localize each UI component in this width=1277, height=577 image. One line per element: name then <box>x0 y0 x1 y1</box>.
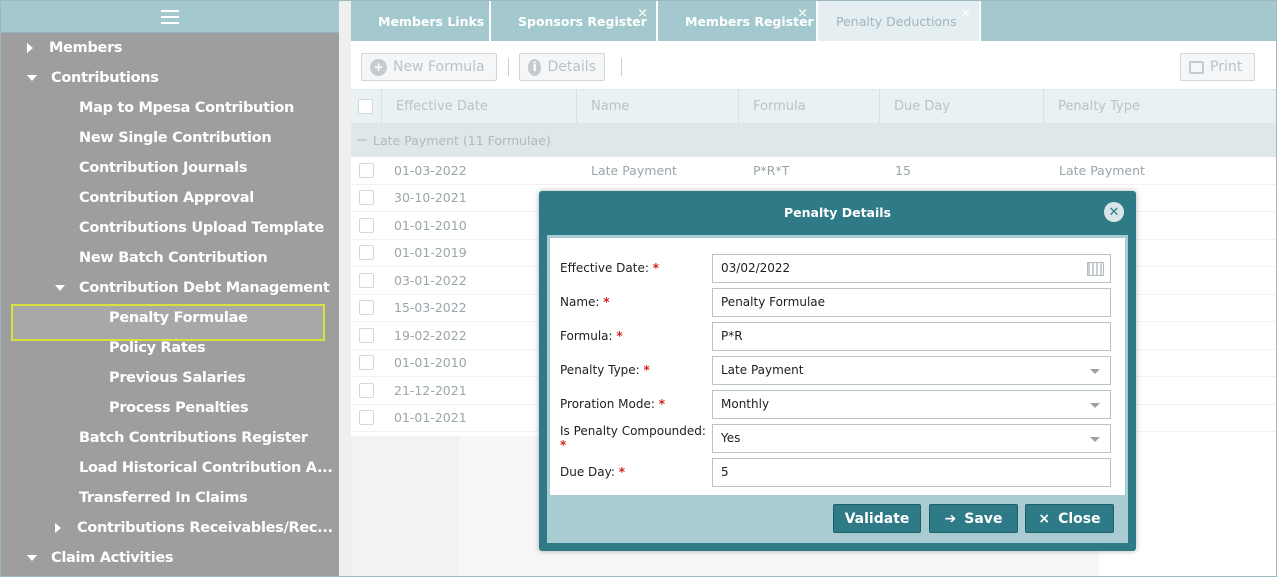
sign-in-icon: ➔ <box>944 510 957 527</box>
caret-right-icon <box>55 523 61 533</box>
sidebar-item-transferred-in-claims[interactable]: Transferred In Claims <box>1 483 339 513</box>
print-button[interactable]: Print <box>1180 53 1255 81</box>
field-is-penalty-compounded: Is Penalty Compounded: * Yes <box>560 423 1116 453</box>
row-checkbox[interactable] <box>359 300 374 316</box>
tab-penalty-deductions[interactable]: Penalty Deductions × <box>818 1 981 41</box>
field-due-day: Due Day: * 5 <box>560 457 1116 487</box>
caret-down-icon <box>55 285 65 291</box>
toolbar-divider <box>508 58 509 76</box>
sidebar-item-batch-contributions-register[interactable]: Batch Contributions Register <box>1 423 339 453</box>
sidebar-item-members[interactable]: Members <box>1 33 339 63</box>
sidebar-item-contribution-debt-management[interactable]: Contribution Debt Management <box>1 273 339 303</box>
row-checkbox[interactable] <box>359 217 374 233</box>
close-tab-icon[interactable]: × <box>960 6 971 21</box>
select-all-checkbox[interactable] <box>351 90 382 123</box>
new-formula-button[interactable]: + New Formula <box>361 53 497 81</box>
row-checkbox[interactable] <box>359 327 374 343</box>
column-due-day[interactable]: Due Day <box>880 90 1044 123</box>
field-formula: Formula: * P*R <box>560 321 1116 351</box>
printer-icon <box>1189 60 1204 74</box>
sidebar-scrollbar[interactable] <box>339 1 351 576</box>
tab-bar: Members Links Sponsors Register × Members… <box>351 1 1276 41</box>
field-name: Name: * Penalty Formulae <box>560 287 1116 317</box>
menu-toggle[interactable] <box>1 1 339 33</box>
field-penalty-type: Penalty Type: * Late Payment <box>560 355 1116 385</box>
field-effective-date: Effective Date: * 03/02/2022 <box>560 253 1116 283</box>
collapse-icon[interactable] <box>357 139 367 141</box>
grid-header: Effective Date Name Formula Due Day Pena… <box>351 89 1276 123</box>
chevron-down-icon <box>1090 436 1100 442</box>
close-icon[interactable]: ✕ <box>1104 202 1124 222</box>
name-input[interactable]: Penalty Formulae <box>712 287 1111 317</box>
toolbar: + New Formula i Details Print <box>351 41 1276 89</box>
row-checkbox[interactable] <box>359 382 374 398</box>
grid-empty-area <box>351 436 459 576</box>
dialog-body: Effective Date: * 03/02/2022 Name: * Pen… <box>547 235 1128 543</box>
column-effective-date[interactable]: Effective Date <box>382 90 577 123</box>
row-checkbox[interactable] <box>359 245 374 261</box>
sidebar-item-map-to-mpesa-contribution[interactable]: Map to Mpesa Contribution <box>1 93 339 123</box>
due-day-input[interactable]: 5 <box>712 457 1111 487</box>
dialog-titlebar: Penalty Details ✕ <box>539 191 1136 233</box>
close-button[interactable]: × Close <box>1025 504 1114 533</box>
caret-right-icon <box>27 43 33 53</box>
chevron-down-icon <box>1090 368 1100 374</box>
details-button[interactable]: i Details <box>519 53 605 81</box>
info-icon: i <box>528 58 542 76</box>
sidebar-item-contribution-approval[interactable]: Contribution Approval <box>1 183 339 213</box>
penalty-type-select[interactable]: Late Payment <box>712 355 1111 385</box>
sidebar-item-contributions-upload-template[interactable]: Contributions Upload Template <box>1 213 339 243</box>
dialog-title: Penalty Details <box>783 204 891 220</box>
row-checkbox[interactable] <box>359 272 374 288</box>
sidebar-item-contributions-receivables[interactable]: Contributions Receivables/Rec... <box>1 513 339 543</box>
app-window: Members Contributions Map to Mpesa Contr… <box>0 0 1277 577</box>
sidebar-item-load-historical-contribution[interactable]: Load Historical Contribution A... <box>1 453 339 483</box>
sidebar-item-claim-activities[interactable]: Claim Activities <box>1 543 339 573</box>
validate-button[interactable]: Validate <box>833 504 921 533</box>
group-row[interactable]: Late Payment (11 Formulae) <box>351 123 1276 157</box>
sidebar-item-penalty-formulae[interactable]: Penalty Formulae <box>1 303 339 341</box>
toolbar-divider <box>621 58 622 76</box>
sidebar-item-previous-salaries[interactable]: Previous Salaries <box>1 363 339 393</box>
formula-input[interactable]: P*R <box>712 321 1111 351</box>
tab-members-register[interactable]: Members Register × <box>658 1 818 41</box>
sidebar-item-contributions[interactable]: Contributions <box>1 63 339 93</box>
is-penalty-compounded-select[interactable]: Yes <box>712 423 1111 453</box>
close-icon: × <box>1038 510 1051 527</box>
field-proration-mode: Proration Mode: * Monthly <box>560 389 1116 419</box>
row-checkbox[interactable] <box>359 190 374 206</box>
effective-date-input[interactable]: 03/02/2022 <box>712 253 1111 283</box>
chevron-down-icon <box>1090 402 1100 408</box>
column-formula[interactable]: Formula <box>739 90 880 123</box>
caret-down-icon <box>27 555 37 561</box>
tab-members-links[interactable]: Members Links <box>351 1 491 41</box>
hamburger-icon <box>161 9 179 24</box>
row-checkbox[interactable] <box>359 410 374 426</box>
row-checkbox[interactable] <box>359 355 374 371</box>
save-button[interactable]: ➔ Save <box>929 504 1018 533</box>
penalty-details-dialog: Penalty Details ✕ Effective Date: * 03/0… <box>539 191 1136 551</box>
sidebar-item-new-single-contribution[interactable]: New Single Contribution <box>1 123 339 153</box>
sidebar-item-contribution-journals[interactable]: Contribution Journals <box>1 153 339 183</box>
column-penalty-type[interactable]: Penalty Type <box>1044 90 1276 123</box>
table-row[interactable]: 01-03-2022 Late Payment P*R*T 15 Late Paymen… <box>351 157 1276 185</box>
sidebar-item-new-batch-contribution[interactable]: New Batch Contribution <box>1 243 339 273</box>
tab-sponsors-register[interactable]: Sponsors Register × <box>491 1 658 41</box>
dialog-footer: Validate ➔ Save × Close <box>550 495 1125 540</box>
sidebar-item-process-penalties[interactable]: Process Penalties <box>1 393 339 423</box>
sidebar-nav: Members Contributions Map to Mpesa Contr… <box>1 33 339 573</box>
close-tab-icon[interactable]: × <box>797 6 808 21</box>
sidebar: Members Contributions Map to Mpesa Contr… <box>1 1 339 576</box>
column-name[interactable]: Name <box>577 90 739 123</box>
caret-down-icon <box>27 75 37 81</box>
plus-icon: + <box>370 58 387 76</box>
close-tab-icon[interactable]: × <box>637 6 648 21</box>
proration-mode-select[interactable]: Monthly <box>712 389 1111 419</box>
row-checkbox[interactable] <box>359 162 374 178</box>
calendar-icon[interactable] <box>1087 261 1104 276</box>
